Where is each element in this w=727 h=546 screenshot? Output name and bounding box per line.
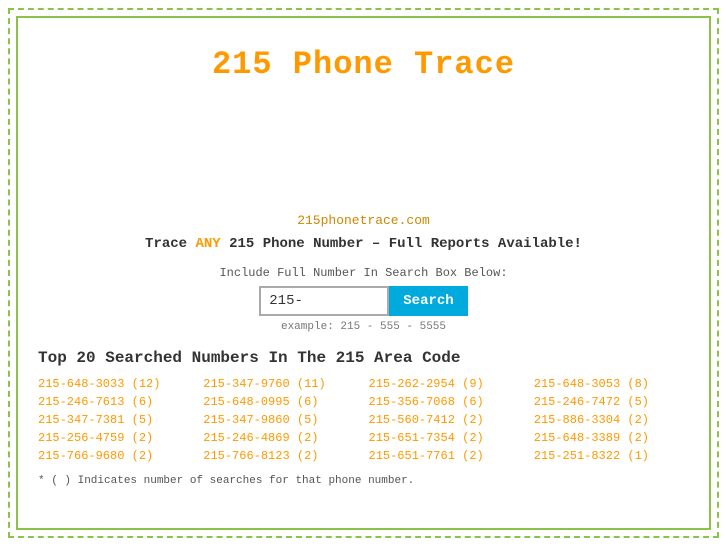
footnote: * ( ) Indicates number of searches for t… — [38, 475, 689, 487]
outer-border: 215 Phone Trace 215phonetrace.com Trace … — [8, 8, 719, 538]
number-link[interactable]: 215-256-4759 (2) — [38, 431, 193, 445]
number-link[interactable]: 215-246-7472 (5) — [534, 395, 689, 409]
number-link[interactable]: 215-246-7613 (6) — [38, 395, 193, 409]
number-link[interactable]: 215-347-9860 (5) — [203, 413, 358, 427]
number-link[interactable]: 215-356-7068 (6) — [369, 395, 524, 409]
search-row: Search — [38, 286, 689, 316]
number-link[interactable]: 215-766-9680 (2) — [38, 449, 193, 463]
number-link[interactable]: 215-246-4869 (2) — [203, 431, 358, 445]
tagline: Trace ANY 215 Phone Number – Full Report… — [38, 236, 689, 252]
number-link[interactable]: 215-651-7354 (2) — [369, 431, 524, 445]
numbers-grid: 215-648-3033 (12) 215-347-9760 (11) 215-26… — [38, 377, 689, 463]
number-link[interactable]: 215-251-8322 (1) — [534, 449, 689, 463]
site-link-container: 215phonetrace.com — [38, 213, 689, 228]
search-label: Include Full Number In Search Box Below: — [38, 266, 689, 280]
site-link[interactable]: 215phonetrace.com — [297, 213, 430, 228]
spacer — [38, 93, 689, 133]
number-link[interactable]: 215-560-7412 (2) — [369, 413, 524, 427]
search-input[interactable] — [259, 286, 389, 316]
number-link[interactable]: 215-648-3053 (8) — [534, 377, 689, 391]
number-link[interactable]: 215-347-9760 (11) — [203, 377, 358, 391]
search-button[interactable]: Search — [389, 286, 467, 316]
number-link[interactable]: 215-648-0995 (6) — [203, 395, 358, 409]
inner-border: 215 Phone Trace 215phonetrace.com Trace … — [16, 16, 711, 530]
search-example: example: 215 - 555 - 5555 — [38, 321, 689, 333]
number-link[interactable]: 215-766-8123 (2) — [203, 449, 358, 463]
tagline-prefix: Trace — [145, 236, 195, 252]
search-section: Include Full Number In Search Box Below:… — [38, 266, 689, 333]
phone-word: phone — [328, 475, 361, 487]
number-link[interactable]: 215-651-7761 (2) — [369, 449, 524, 463]
tagline-suffix: 215 Phone Number – Full Reports Availabl… — [221, 236, 582, 252]
page-title: 215 Phone Trace — [38, 28, 689, 93]
number-link[interactable]: 215-648-3033 (12) — [38, 377, 193, 391]
top-numbers-heading: Top 20 Searched Numbers In The 215 Area … — [38, 349, 689, 367]
tagline-any: ANY — [195, 236, 220, 252]
number-link[interactable]: 215-886-3304 (2) — [534, 413, 689, 427]
number-link[interactable]: 215-347-7381 (5) — [38, 413, 193, 427]
number-link[interactable]: 215-648-3389 (2) — [534, 431, 689, 445]
number-link[interactable]: 215-262-2954 (9) — [369, 377, 524, 391]
